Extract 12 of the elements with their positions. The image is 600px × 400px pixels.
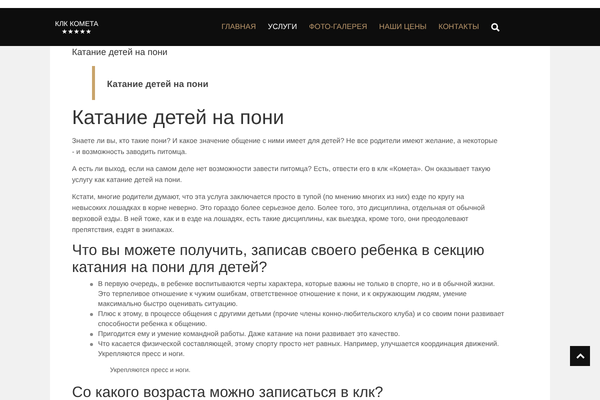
section-heading: Что вы можете получить, записав своего ребенка в секцию катания на пони для детей?	[72, 242, 486, 276]
bullet-icon	[90, 343, 93, 346]
page-title: Катание детей на пони	[72, 46, 168, 58]
bullet-icon	[90, 313, 93, 316]
bullet-icon	[90, 333, 93, 336]
quote-text: Катание детей на пони	[107, 79, 208, 89]
section-heading: Со какого возраста можно записаться в клк?	[72, 384, 384, 400]
page-heading: Катание детей на пони	[72, 106, 286, 130]
bullet-icon	[90, 283, 93, 286]
chevron-up-icon	[576, 353, 584, 359]
search-icon[interactable]	[491, 22, 500, 32]
scroll-top-button[interactable]	[570, 346, 590, 366]
